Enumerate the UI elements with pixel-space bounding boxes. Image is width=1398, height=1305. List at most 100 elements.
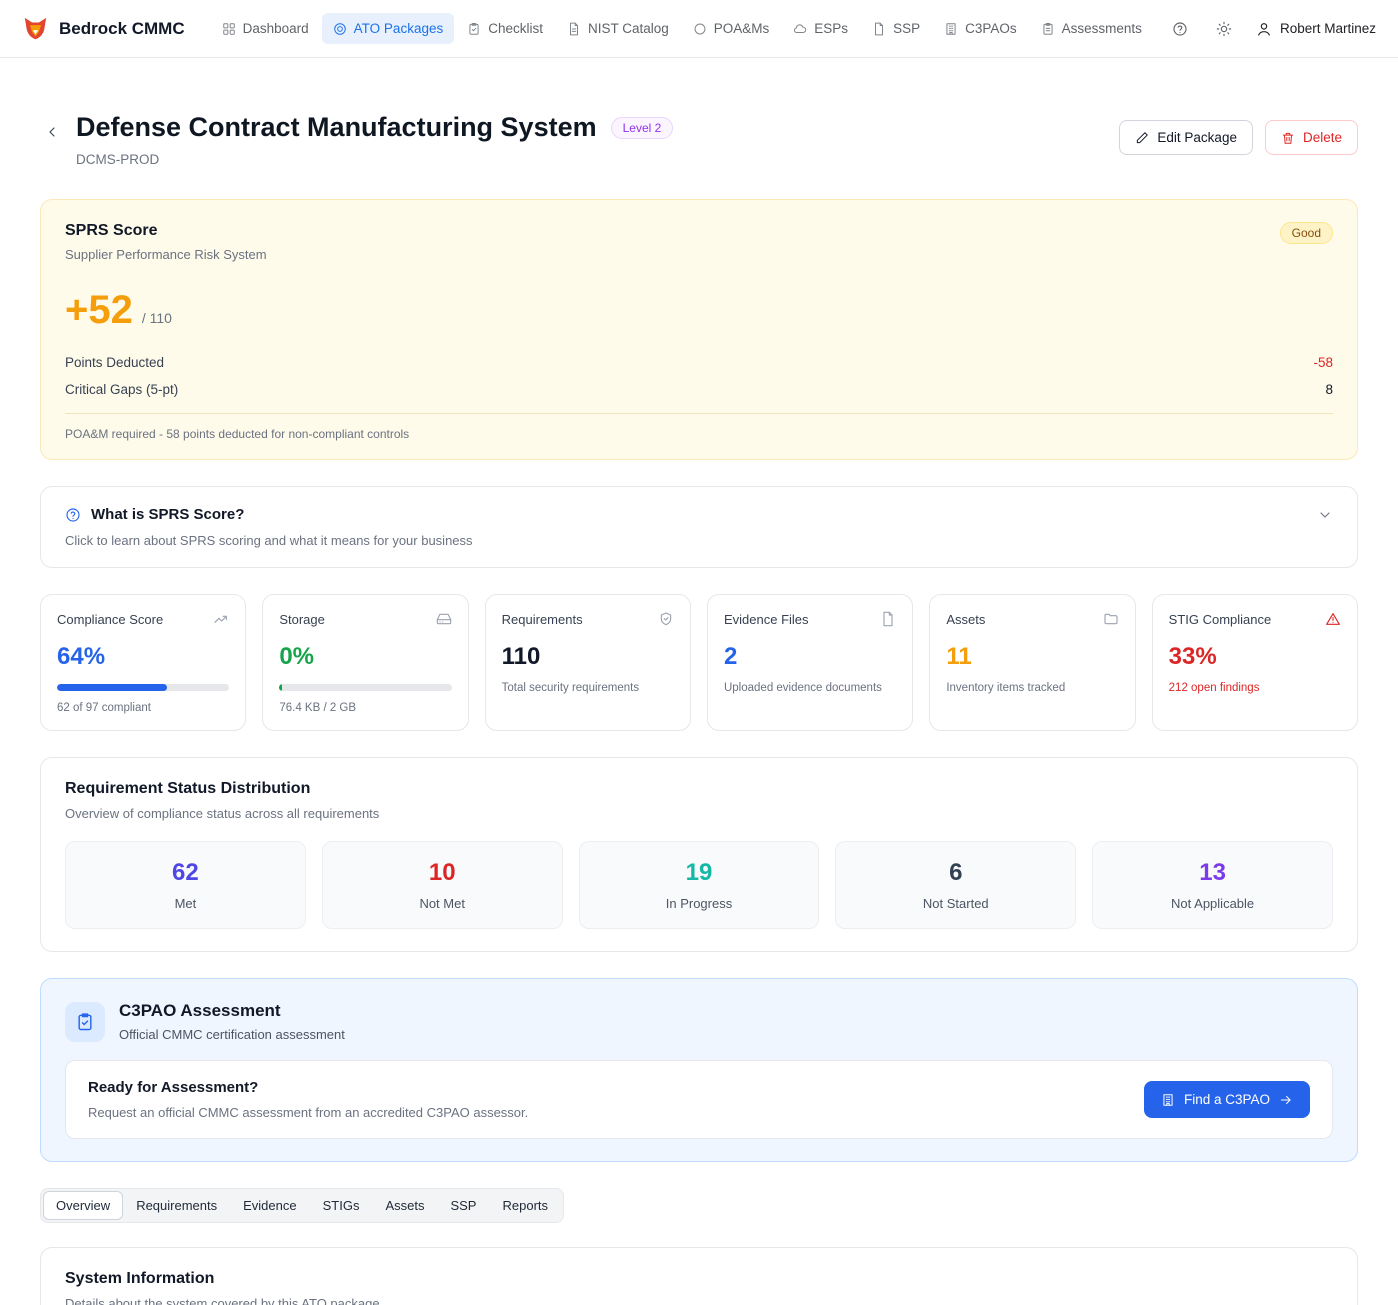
file-icon — [872, 22, 886, 36]
tab-assets[interactable]: Assets — [372, 1191, 437, 1220]
package-id: DCMS-PROD — [76, 152, 673, 167]
stat-value: 0% — [279, 643, 451, 671]
dist-box-in-progress: 19 In Progress — [579, 841, 820, 929]
tab-stigs[interactable]: STIGs — [310, 1191, 373, 1220]
help-button[interactable] — [1168, 17, 1192, 41]
dist-label: Not Started — [852, 896, 1059, 911]
cta-text: Request an official CMMC assessment from… — [88, 1105, 1128, 1120]
c3pao-title: C3PAO Assessment — [119, 1001, 345, 1021]
dist-value: 13 — [1109, 859, 1316, 887]
dist-box-met: 62 Met — [65, 841, 306, 929]
sprs-row-label: Points Deducted — [65, 355, 164, 370]
sprs-row-points-deducted: Points Deducted -58 — [65, 349, 1333, 376]
tab-requirements[interactable]: Requirements — [123, 1191, 230, 1220]
tab-ssp[interactable]: SSP — [437, 1191, 489, 1220]
chevron-down-icon[interactable] — [1317, 507, 1333, 523]
level-badge: Level 2 — [611, 117, 674, 139]
nav-item-ssp[interactable]: SSP — [861, 13, 931, 44]
user-icon — [1256, 21, 1272, 37]
user-menu[interactable]: Robert Martinez — [1256, 21, 1376, 37]
nav-item-dashboard[interactable]: Dashboard — [211, 13, 320, 44]
c3pao-icon-box — [65, 1002, 105, 1042]
info-subtitle: Click to learn about SPRS scoring and wh… — [65, 533, 1333, 548]
sprs-score-value: +52 — [65, 288, 133, 333]
sun-icon — [1216, 21, 1232, 37]
sprs-info-expander[interactable]: What is SPRS Score? Click to learn about… — [40, 486, 1358, 568]
nav-item-assessments[interactable]: Assessments — [1030, 13, 1153, 44]
alert-triangle-icon — [1325, 611, 1341, 627]
compliance-progress-bar — [57, 684, 229, 691]
edit-package-button[interactable]: Edit Package — [1119, 120, 1253, 155]
help-circle-icon — [1172, 21, 1188, 37]
trending-up-icon — [213, 611, 229, 627]
stat-card-compliance-score: Compliance Score 64% 62 of 97 compliant — [40, 594, 246, 731]
nav-label: SSP — [893, 21, 920, 36]
clipboard-check-icon — [75, 1012, 95, 1032]
info-title: What is SPRS Score? — [91, 506, 244, 523]
dist-box-not-started: 6 Not Started — [835, 841, 1076, 929]
stat-value: 64% — [57, 643, 229, 671]
user-name: Robert Martinez — [1280, 21, 1376, 36]
nav-item-esps[interactable]: ESPs — [782, 13, 859, 44]
dist-box-not-applicable: 13 Not Applicable — [1092, 841, 1333, 929]
find-c3pao-label: Find a C3PAO — [1184, 1092, 1270, 1107]
nav-label: Assessments — [1062, 21, 1142, 36]
chevron-left-icon — [44, 124, 60, 140]
sprs-footnote: POA&M required - 58 points deducted for … — [65, 413, 1333, 441]
file-icon — [880, 611, 896, 627]
file-text-icon — [567, 22, 581, 36]
pencil-icon — [1135, 131, 1149, 145]
stat-value: 11 — [946, 643, 1118, 671]
header-actions: Edit Package Delete — [1119, 120, 1358, 155]
dist-label: Met — [82, 896, 289, 911]
nav-item-poams[interactable]: POA&Ms — [682, 13, 781, 44]
tab-evidence[interactable]: Evidence — [230, 1191, 309, 1220]
stat-caption: Total security requirements — [502, 682, 674, 694]
sprs-row-value: 8 — [1325, 382, 1333, 397]
theme-toggle-button[interactable] — [1212, 17, 1236, 41]
sprs-row-value: -58 — [1313, 355, 1333, 370]
clipboard-check-icon — [467, 22, 481, 36]
arrow-right-icon — [1279, 1093, 1293, 1107]
stat-value: 2 — [724, 643, 896, 671]
nav-item-ato-packages[interactable]: ATO Packages — [322, 13, 455, 44]
delete-label: Delete — [1303, 130, 1342, 145]
cta-title: Ready for Assessment? — [88, 1079, 1128, 1096]
circle-icon — [693, 22, 707, 36]
stat-caption: 76.4 KB / 2 GB — [279, 702, 451, 714]
delete-button[interactable]: Delete — [1265, 120, 1358, 155]
clipboard-list-icon — [1041, 22, 1055, 36]
stat-title: Requirements — [502, 612, 583, 627]
nav-item-c3paos[interactable]: C3PAOs — [933, 13, 1028, 44]
stat-title: Evidence Files — [724, 612, 809, 627]
building-icon — [944, 22, 958, 36]
dist-box-not-met: 10 Not Met — [322, 841, 563, 929]
nav-item-checklist[interactable]: Checklist — [456, 13, 554, 44]
nav-label: ESPs — [814, 21, 848, 36]
tab-reports[interactable]: Reports — [489, 1191, 561, 1220]
page-content: Defense Contract Manufacturing System Le… — [0, 112, 1398, 1305]
nav-label: Dashboard — [243, 21, 309, 36]
brand: Bedrock CMMC — [22, 15, 185, 42]
stat-title: Compliance Score — [57, 612, 163, 627]
stat-card-storage: Storage 0% 76.4 KB / 2 GB — [262, 594, 468, 731]
dist-value: 6 — [852, 859, 1059, 887]
cloud-icon — [793, 22, 807, 36]
distribution-grid: 62 Met 10 Not Met 19 In Progress 6 Not S… — [65, 841, 1333, 929]
progress-fill — [279, 684, 282, 691]
nav-item-nist-catalog[interactable]: NIST Catalog — [556, 13, 680, 44]
building-icon — [1161, 1093, 1175, 1107]
find-c3pao-button[interactable]: Find a C3PAO — [1144, 1081, 1310, 1118]
stat-value: 110 — [502, 643, 674, 671]
question-circle-icon — [65, 507, 81, 523]
dist-label: In Progress — [596, 896, 803, 911]
dist-label: Not Met — [339, 896, 546, 911]
stat-card-evidence-files: Evidence Files 2 Uploaded evidence docum… — [707, 594, 913, 731]
tab-overview[interactable]: Overview — [43, 1191, 123, 1220]
target-icon — [333, 22, 347, 36]
sprs-row-critical-gaps: Critical Gaps (5-pt) 8 — [65, 376, 1333, 403]
requirement-status-distribution-card: Requirement Status Distribution Overview… — [40, 757, 1358, 952]
back-button[interactable] — [40, 120, 64, 147]
topbar-actions: Robert Martinez — [1168, 17, 1376, 41]
system-info-title: System Information — [65, 1270, 1333, 1288]
